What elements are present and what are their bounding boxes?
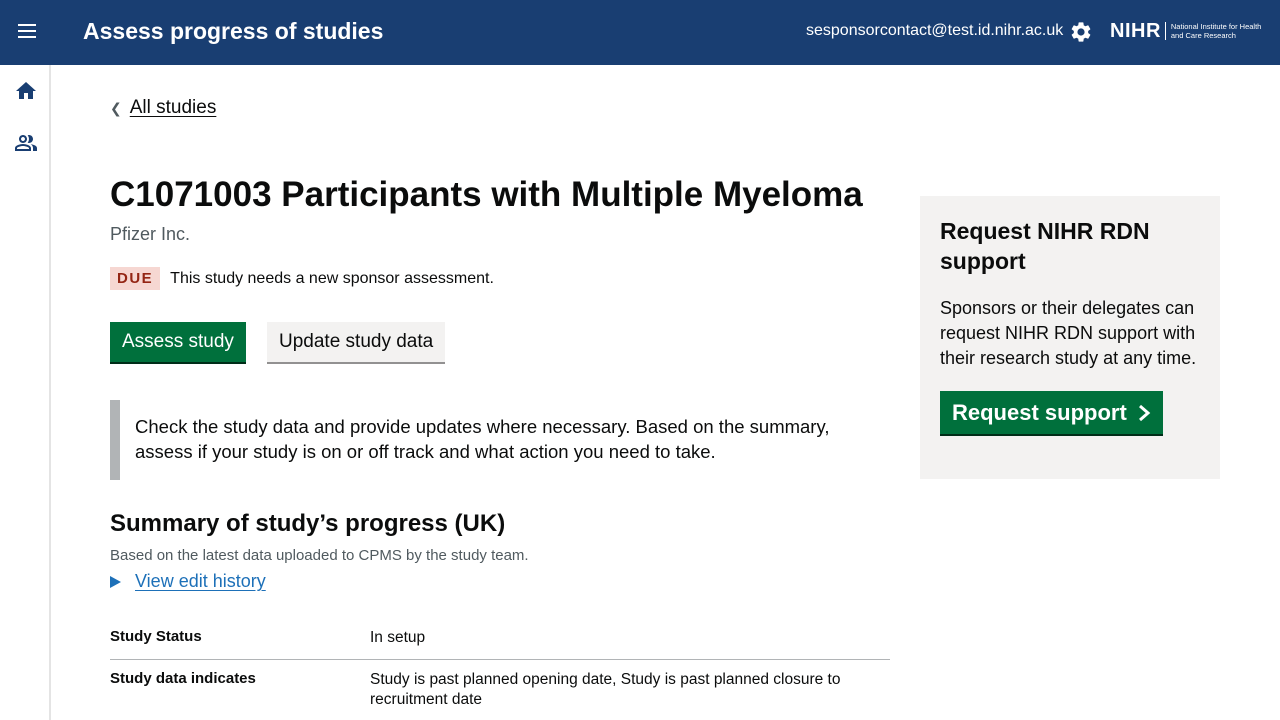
summary-key: Study data indicates bbox=[110, 670, 256, 687]
logo-divider bbox=[1164, 22, 1166, 40]
side-navigation bbox=[0, 65, 51, 720]
summary-row: Study data indicates Study is past plann… bbox=[110, 660, 890, 710]
app-title[interactable]: Assess progress of studies bbox=[83, 18, 383, 45]
gear-icon[interactable] bbox=[1069, 20, 1093, 44]
request-support-button[interactable]: Request support bbox=[940, 391, 1163, 434]
view-edit-history-link[interactable]: View edit history bbox=[135, 571, 266, 592]
back-link-all-studies[interactable]: All studies bbox=[130, 97, 217, 119]
summary-heading: Summary of study’s progress (UK) bbox=[110, 510, 506, 537]
nihr-logo[interactable]: NIHR National Institute for Health and C… bbox=[1110, 19, 1271, 43]
chevron-left-icon: ❮ bbox=[110, 99, 122, 116]
summary-row: Study Status In setup bbox=[110, 618, 890, 660]
summary-list: Study Status In setup Study data indicat… bbox=[110, 618, 890, 710]
sponsor-name: Pfizer Inc. bbox=[110, 224, 191, 244]
page-title: C1071003 Participants with Multiple Myel… bbox=[110, 175, 863, 214]
logo-mark: NIHR bbox=[1110, 19, 1161, 42]
breadcrumb: ❮ All studies bbox=[110, 97, 216, 119]
home-icon[interactable] bbox=[14, 79, 38, 103]
support-panel-title: Request NIHR RDN support bbox=[940, 218, 1150, 274]
summary-key: Study Status bbox=[110, 628, 202, 645]
top-header-bar: Assess progress of studies sesponsorcont… bbox=[0, 0, 1280, 65]
disclosure-triangle-icon bbox=[110, 575, 121, 588]
summary-value: In setup bbox=[370, 629, 426, 646]
user-email: sesponsorcontact@test.id.nihr.ac.uk bbox=[806, 22, 1064, 39]
chevron-right-icon bbox=[1138, 404, 1151, 421]
menu-icon[interactable] bbox=[14, 20, 40, 46]
summary-hint: Based on the latest data uploaded to CPM… bbox=[110, 547, 529, 564]
request-support-label: Request support bbox=[952, 399, 1127, 425]
people-icon[interactable] bbox=[14, 131, 38, 155]
status-row: DUE This study needs a new sponsor asses… bbox=[110, 267, 494, 290]
support-panel: Request NIHR RDN support Sponsors or the… bbox=[920, 196, 1220, 479]
summary-value: Study is past planned opening date, Stud… bbox=[370, 671, 841, 708]
inset-text: Check the study data and provide updates… bbox=[110, 400, 870, 480]
edit-history-toggle[interactable]: View edit history bbox=[110, 571, 266, 592]
support-panel-body: Sponsors or their delegates can request … bbox=[940, 298, 1197, 368]
status-text: This study needs a new sponsor assessmen… bbox=[170, 269, 494, 287]
update-study-data-button[interactable]: Update study data bbox=[267, 322, 446, 362]
assess-study-button[interactable]: Assess study bbox=[110, 322, 246, 362]
logo-text: National Institute for Health and Care R… bbox=[1170, 22, 1262, 40]
status-badge: DUE bbox=[110, 267, 161, 290]
